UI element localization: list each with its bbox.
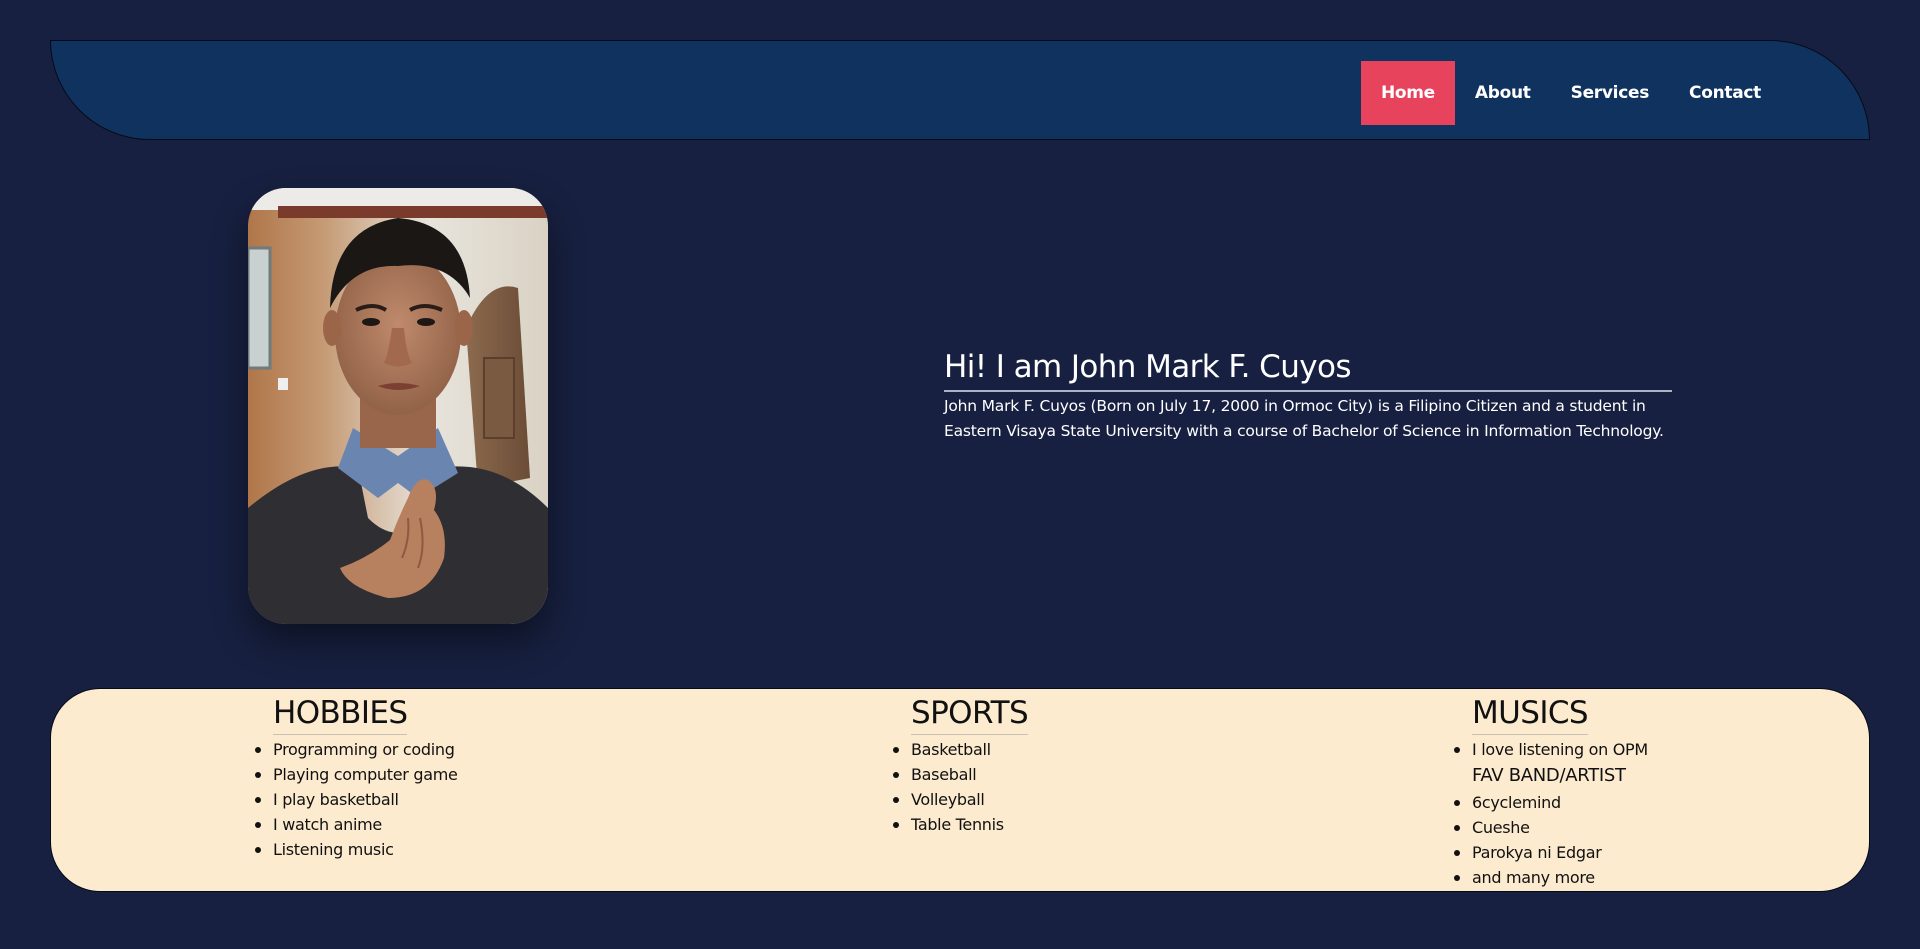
musics-list: I love listening on OPM	[1454, 737, 1648, 762]
nav-contact-link[interactable]: Contact	[1669, 61, 1781, 125]
fav-band-heading: FAV BAND/ARTIST	[1472, 765, 1626, 786]
sports-column: SPORTS Basketball Baseball Volleyball Ta…	[892, 693, 1029, 837]
nav-home-link[interactable]: Home	[1360, 61, 1455, 125]
list-item: 6cyclemind	[1454, 790, 1648, 815]
sports-list: Basketball Baseball Volleyball Table Ten…	[892, 737, 1028, 837]
list-item: I love listening on OPM	[1454, 737, 1648, 762]
hobbies-list: Programming or coding Playing computer g…	[255, 737, 458, 862]
list-item: and many more	[1454, 865, 1648, 890]
musics-column: MUSICS I love listening on OPM FAV BAND/…	[1454, 693, 1648, 890]
navbar: Home About Services Contact	[50, 40, 1870, 140]
list-item: Playing computer game	[255, 762, 458, 787]
list-item: Parokya ni Edgar	[1454, 840, 1648, 865]
hobbies-title: HOBBIES	[273, 693, 408, 735]
sports-title: SPORTS	[911, 693, 1029, 735]
list-item: Volleyball	[892, 787, 1028, 812]
list-item: Listening music	[255, 837, 458, 862]
intro-section: Hi! I am John Mark F. Cuyos John Mark F.…	[944, 346, 1672, 444]
musics-title: MUSICS	[1472, 693, 1589, 735]
intro-description: John Mark F. Cuyos (Born on July 17, 200…	[944, 397, 1664, 440]
nav-about-link[interactable]: About	[1455, 61, 1551, 125]
nav-services-link[interactable]: Services	[1551, 61, 1669, 125]
list-item: Programming or coding	[255, 737, 458, 762]
list-item: Cueshe	[1454, 815, 1648, 840]
list-item: Table Tennis	[892, 812, 1028, 837]
list-item: Basketball	[892, 737, 1028, 762]
nav-menu: Home About Services Contact	[1360, 61, 1781, 125]
fav-band-list: 6cyclemind Cueshe Parokya ni Edgar and m…	[1454, 790, 1648, 890]
profile-photo	[248, 188, 548, 624]
hobbies-column: HOBBIES Programming or coding Playing co…	[255, 693, 458, 862]
list-item: I watch anime	[255, 812, 458, 837]
interests-panel: HOBBIES Programming or coding Playing co…	[50, 688, 1870, 892]
intro-title: Hi! I am John Mark F. Cuyos	[944, 346, 1672, 392]
list-item: Baseball	[892, 762, 1028, 787]
list-item: I play basketball	[255, 787, 458, 812]
